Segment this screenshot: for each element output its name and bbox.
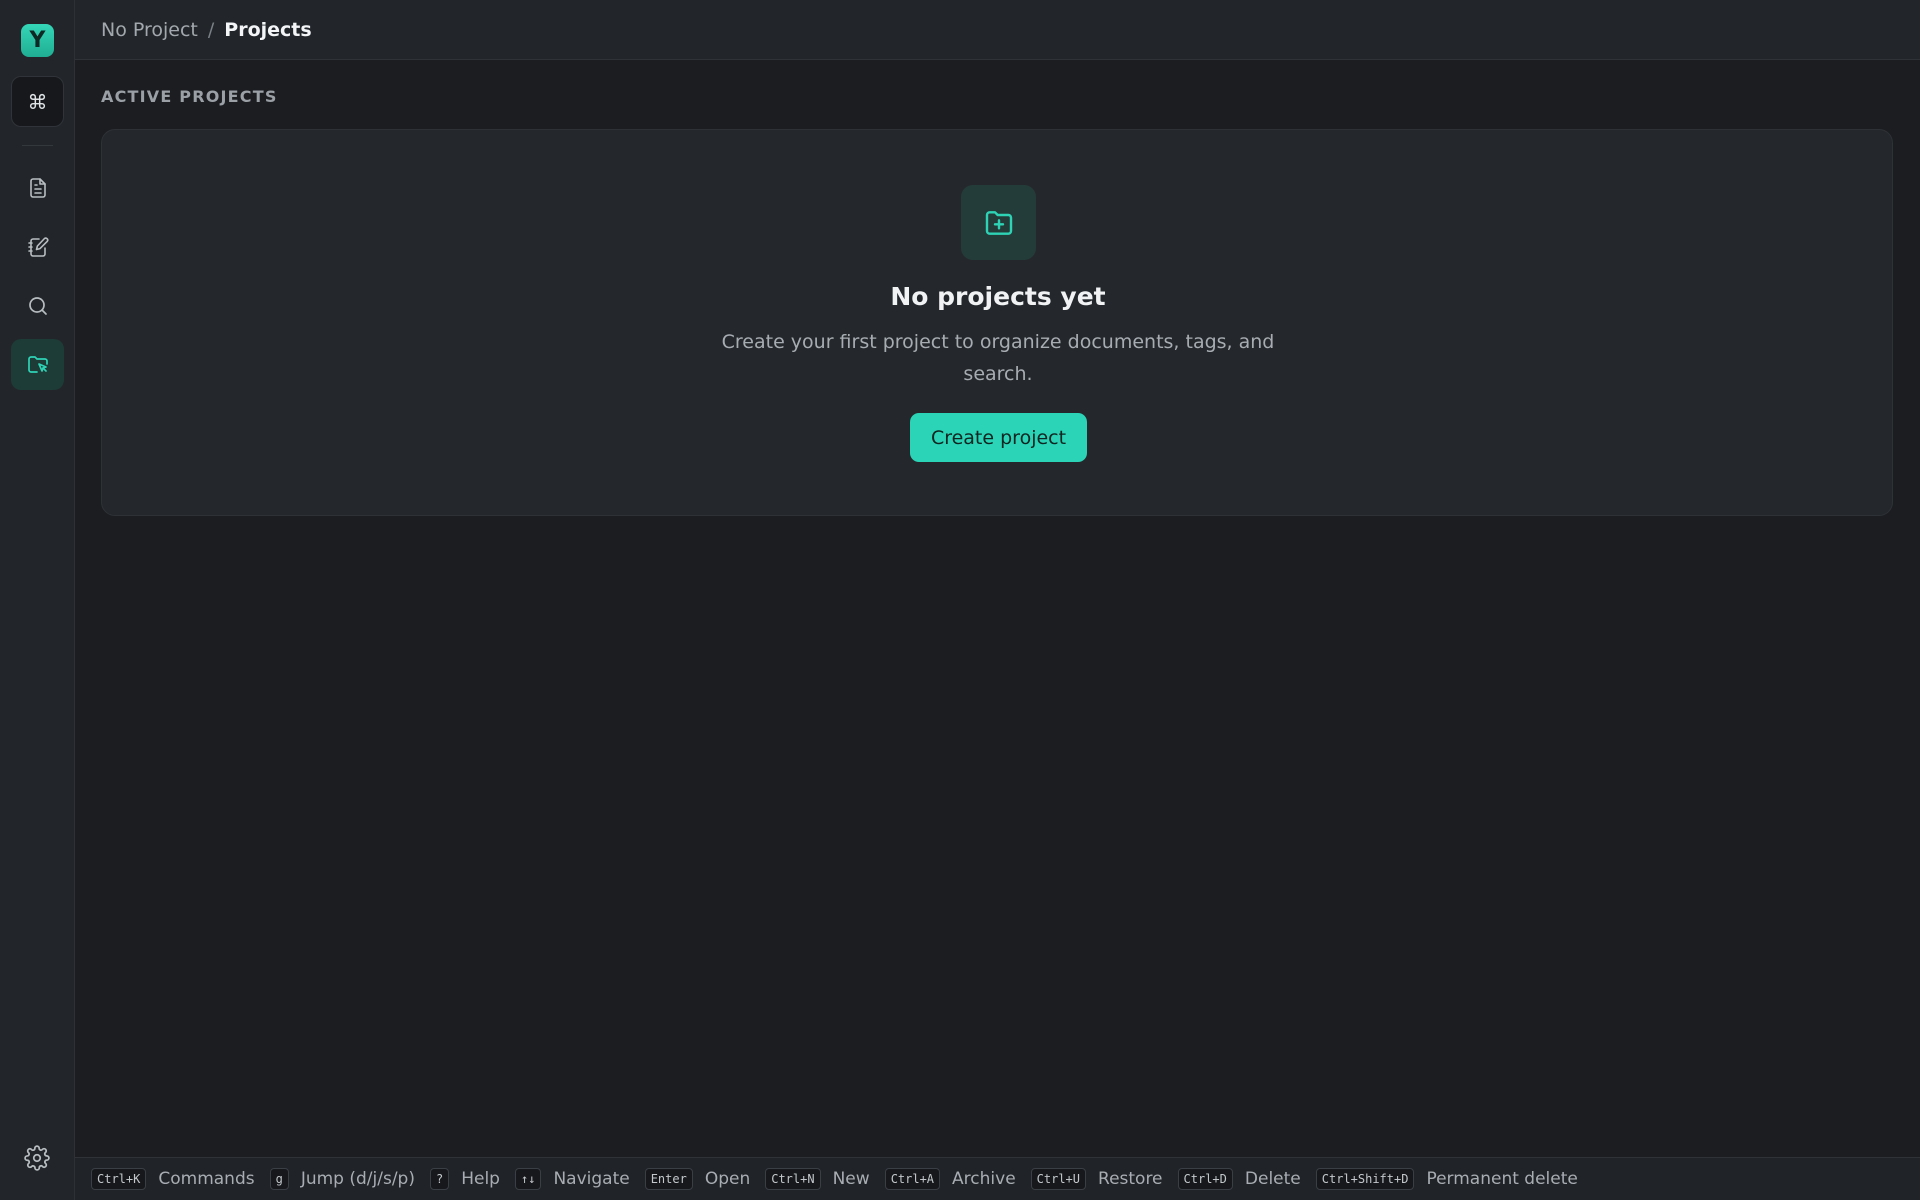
page-title: Projects xyxy=(224,18,312,41)
create-project-button[interactable]: Create project xyxy=(910,413,1087,462)
shortcut-label: Help xyxy=(461,1169,500,1189)
section-title: ACTIVE PROJECTS xyxy=(101,87,278,106)
breadcrumb-separator: / xyxy=(207,18,215,41)
shortcut-new: Ctrl+N New xyxy=(765,1168,870,1190)
shortcut-key: g xyxy=(269,1168,289,1190)
shortcut-bar: Ctrl+K Commands g Jump (d/j/s/p) ? Help … xyxy=(75,1157,1920,1200)
shortcut-commands: Ctrl+K Commands xyxy=(91,1168,255,1190)
shortcut-archive: Ctrl+A Archive xyxy=(884,1168,1016,1190)
app-window: Y ⌘ No Project / Projects ACTIVE PROJECT… xyxy=(0,0,1920,1200)
sidebar-divider xyxy=(22,145,53,146)
app-logo[interactable]: Y xyxy=(21,24,54,57)
shortcut-key: ↑↓ xyxy=(514,1168,542,1190)
search-icon xyxy=(28,296,47,315)
notebook-edit-icon xyxy=(27,236,48,257)
shortcut-label: Commands xyxy=(158,1169,255,1189)
shortcut-label: New xyxy=(832,1169,870,1189)
empty-state-card: No projects yet Create your first projec… xyxy=(101,129,1893,516)
shortcut-key: ? xyxy=(429,1168,450,1190)
shortcut-permanent-delete: Ctrl+Shift+D Permanent delete xyxy=(1315,1168,1578,1190)
shortcut-key: Enter xyxy=(644,1168,693,1190)
empty-state-title: No projects yet xyxy=(890,282,1106,311)
gear-icon xyxy=(24,1145,50,1171)
shortcut-open: Enter Open xyxy=(644,1168,751,1190)
shortcut-restore: Ctrl+U Restore xyxy=(1030,1168,1163,1190)
shortcut-help: ? Help xyxy=(429,1168,500,1190)
settings-button[interactable] xyxy=(24,1145,50,1171)
shortcut-key: Ctrl+U xyxy=(1030,1168,1087,1190)
empty-state-description: Create your first project to organize do… xyxy=(721,331,1275,385)
shortcut-label: Delete xyxy=(1244,1169,1301,1189)
shortcut-key: Ctrl+K xyxy=(91,1168,147,1190)
breadcrumb: No Project / Projects xyxy=(75,0,1920,60)
sidebar: Y ⌘ xyxy=(0,0,75,1200)
document-icon xyxy=(29,177,46,198)
shortcut-jump: g Jump (d/j/s/p) xyxy=(269,1168,415,1190)
shortcut-key: Ctrl+Shift+D xyxy=(1315,1168,1415,1190)
command-palette-button[interactable]: ⌘ xyxy=(11,76,64,127)
sidebar-item-journal[interactable] xyxy=(11,221,64,272)
folder-project-icon xyxy=(27,355,48,373)
shortcut-label: Permanent delete xyxy=(1426,1169,1578,1189)
sidebar-item-search[interactable] xyxy=(11,280,64,331)
folder-plus-icon xyxy=(985,210,1012,235)
sidebar-item-documents[interactable] xyxy=(11,162,64,213)
shortcut-label: Jump (d/j/s/p) xyxy=(300,1169,415,1189)
shortcut-delete: Ctrl+D Delete xyxy=(1177,1168,1301,1190)
shortcut-label: Navigate xyxy=(553,1169,630,1189)
sidebar-item-projects[interactable] xyxy=(11,339,64,390)
empty-state-icon-box xyxy=(961,185,1036,260)
shortcut-label: Open xyxy=(704,1169,751,1189)
shortcut-label: Archive xyxy=(952,1169,1016,1189)
shortcut-key: Ctrl+A xyxy=(884,1168,941,1190)
shortcut-key: Ctrl+D xyxy=(1177,1168,1233,1190)
breadcrumb-parent[interactable]: No Project xyxy=(101,19,198,41)
shortcut-label: Restore xyxy=(1098,1169,1163,1189)
command-icon: ⌘ xyxy=(27,89,48,114)
shortcut-navigate: ↑↓ Navigate xyxy=(514,1168,630,1190)
shortcut-key: Ctrl+N xyxy=(765,1168,821,1190)
